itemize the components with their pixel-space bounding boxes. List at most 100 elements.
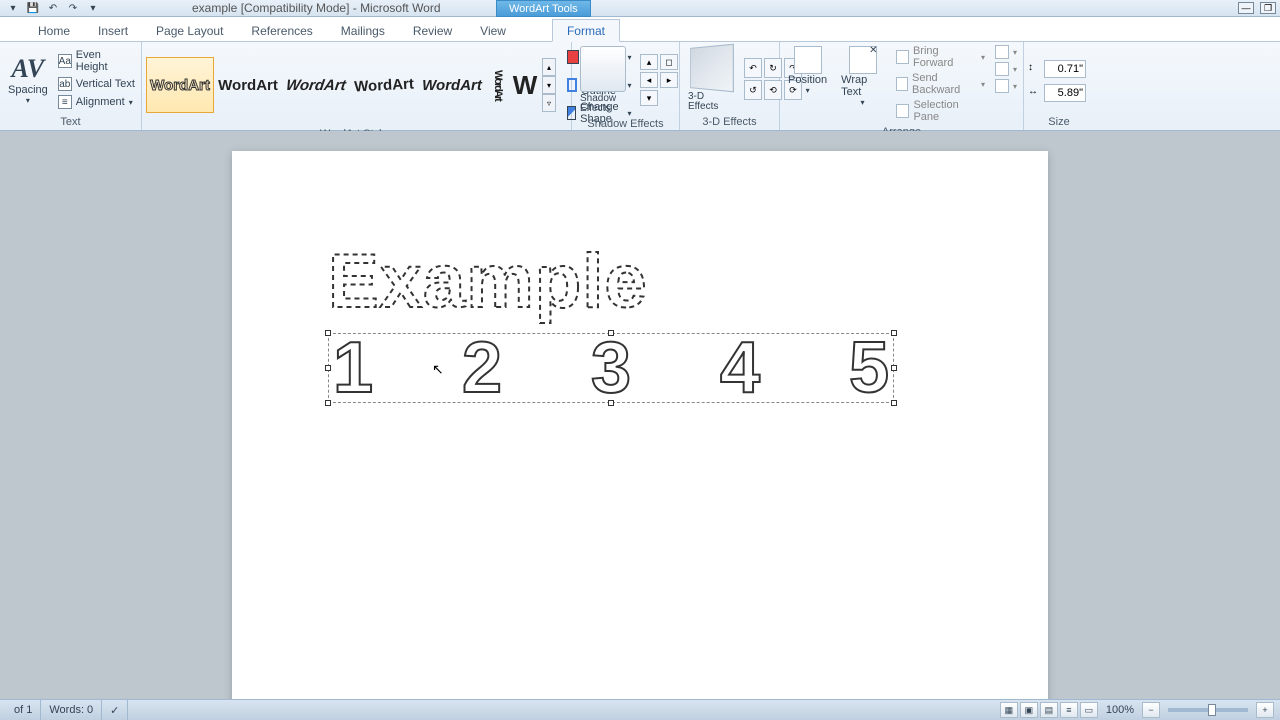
send-backward-icon [896, 77, 908, 91]
tilt-left-icon[interactable]: ↶ [744, 58, 762, 78]
vertical-text-button[interactable]: ab Vertical Text [56, 76, 137, 92]
zoom-slider[interactable] [1168, 708, 1248, 712]
resize-handle-tl[interactable] [325, 330, 331, 336]
status-proofing-icon[interactable]: ✓ [102, 700, 128, 720]
zoom-in-icon[interactable]: + [1256, 702, 1274, 718]
minimize-icon[interactable]: — [1238, 2, 1254, 14]
document-area[interactable]: Example 1 2 3 4 5 ↖ [0, 131, 1280, 699]
spacing-label: Spacing [8, 84, 48, 96]
redo-icon[interactable]: ↷ [64, 1, 82, 15]
zoom-thumb[interactable] [1208, 704, 1216, 716]
align-button[interactable]: ▾ [993, 44, 1019, 60]
width-input[interactable] [1044, 84, 1086, 102]
tab-view[interactable]: View [466, 20, 520, 41]
wordart-example-object[interactable]: Example [328, 241, 928, 331]
shadow-nudge-down-icon[interactable]: ▾ [640, 90, 658, 106]
wrap-text-button[interactable]: ✕ Wrap Text ▾ [837, 44, 888, 109]
status-words[interactable]: Words: 0 [41, 700, 102, 720]
wordart-number-2: 2 [462, 327, 502, 409]
wordart-number-1: 1 [333, 327, 373, 409]
vertical-text-icon: ab [58, 77, 72, 91]
position-label: Position [788, 74, 827, 86]
qat-more-icon[interactable]: ▾ [84, 1, 102, 15]
height-input[interactable] [1044, 60, 1086, 78]
resize-handle-bl[interactable] [325, 400, 331, 406]
view-draft-icon[interactable]: ▭ [1080, 702, 1098, 718]
tab-format[interactable]: Format [552, 19, 620, 42]
group-3d-effects: 3-D Effects ↶ ↻ ↷ ↺ ⟲ ⟳ 3-D Effects [680, 42, 780, 130]
group-text: AV Spacing ▾ Aa Even Height ab Vertical … [0, 42, 142, 130]
selection-pane-button[interactable]: Selection Pane [894, 98, 987, 124]
tab-home[interactable]: Home [24, 20, 84, 41]
spacing-icon: AV [12, 54, 45, 84]
3d-effects-button[interactable]: 3-D Effects [684, 44, 736, 114]
wrap-text-label: Wrap Text [841, 74, 884, 98]
wordart-style-1[interactable]: WordArt [146, 57, 214, 113]
page[interactable]: Example 1 2 3 4 5 ↖ [232, 151, 1048, 699]
bring-forward-button[interactable]: Bring Forward ▾ [894, 44, 987, 70]
group-button[interactable]: ▾ [993, 61, 1019, 77]
zoom-out-icon[interactable]: − [1142, 702, 1160, 718]
shadow-toggle-icon[interactable]: ◻ [660, 54, 678, 70]
selection-pane-label: Selection Pane [913, 99, 985, 123]
tab-page-layout[interactable]: Page Layout [142, 20, 237, 41]
alignment-label: Alignment [76, 96, 125, 108]
send-backward-label: Send Backward [912, 72, 977, 96]
send-backward-button[interactable]: Send Backward ▾ [894, 71, 987, 97]
vertical-text-label: Vertical Text [76, 78, 135, 90]
undo-icon[interactable]: ↶ [44, 1, 62, 15]
wordart-style-3[interactable]: WordArt [278, 57, 354, 113]
wordart-style-5[interactable]: WordArt [418, 57, 486, 113]
tilt-down-icon[interactable]: ↺ [744, 80, 762, 100]
wordart-numbers-object[interactable]: 1 2 3 4 5 [328, 333, 894, 403]
resize-handle-br[interactable] [891, 400, 897, 406]
chevron-down-icon: ▾ [981, 80, 985, 89]
shadow-nudge-left-icon[interactable]: ◂ [640, 72, 658, 88]
wordart-style-2[interactable]: WordArt [214, 57, 282, 113]
alignment-button[interactable]: ≡ Alignment ▾ [56, 94, 137, 110]
resize-handle-tm[interactable] [608, 330, 614, 336]
gallery-more-icon[interactable]: ▿ [542, 94, 556, 112]
gallery-up-icon[interactable]: ▴ [542, 58, 556, 76]
tab-references[interactable]: References [237, 20, 326, 41]
office-button[interactable]: ▾ [4, 1, 22, 15]
3d-effects-label: 3-D Effects [688, 92, 732, 112]
view-full-screen-icon[interactable]: ▣ [1020, 702, 1038, 718]
even-height-button[interactable]: Aa Even Height [56, 48, 137, 74]
status-bar: of 1 Words: 0 ✓ ▦ ▣ ▤ ≡ ▭ 100% − + [0, 699, 1280, 720]
view-web-layout-icon[interactable]: ▤ [1040, 702, 1058, 718]
resize-handle-ml[interactable] [325, 365, 331, 371]
wordart-style-6[interactable]: WordArt [486, 57, 510, 113]
selection-pane-icon [896, 104, 910, 118]
status-page[interactable]: of 1 [6, 700, 41, 720]
tab-mailings[interactable]: Mailings [327, 20, 399, 41]
tab-review[interactable]: Review [399, 20, 466, 41]
wordart-style-4[interactable]: WordArt [349, 55, 420, 114]
title-bar: ▾ 💾 ↶ ↷ ▾ example [Compatibility Mode] -… [0, 0, 1280, 17]
resize-handle-bm[interactable] [608, 400, 614, 406]
resize-handle-mr[interactable] [891, 365, 897, 371]
tab-insert[interactable]: Insert [84, 20, 142, 41]
view-print-layout-icon[interactable]: ▦ [1000, 702, 1018, 718]
view-outline-icon[interactable]: ≡ [1060, 702, 1078, 718]
save-icon[interactable]: 💾 [24, 1, 42, 15]
spacing-button[interactable]: AV Spacing ▾ [4, 52, 52, 107]
shadow-effects-button[interactable]: Shadow Effects [576, 44, 630, 116]
group-shadow-label: Shadow Effects [576, 116, 675, 132]
ribbon: AV Spacing ▾ Aa Even Height ab Vertical … [0, 42, 1280, 131]
shadow-nudge-up-icon[interactable]: ▴ [640, 54, 658, 70]
width-icon: ↔ [1028, 86, 1042, 100]
shadow-nudge-right-icon[interactable]: ▸ [660, 72, 678, 88]
gallery-down-icon[interactable]: ▾ [542, 76, 556, 94]
rotate-icon [995, 79, 1009, 93]
ribbon-tabs: Home Insert Page Layout References Maili… [0, 17, 1280, 42]
3d-icon [690, 44, 734, 93]
resize-handle-tr[interactable] [891, 330, 897, 336]
wordart-style-7[interactable]: W [510, 57, 540, 113]
rotate-button[interactable]: ▾ [993, 78, 1019, 94]
position-button[interactable]: Position ▾ [784, 44, 831, 97]
group-shadow-effects: Shadow Effects ▴ ◻ ◂ ▸ ▾ Shadow Effects [572, 42, 680, 130]
zoom-level[interactable]: 100% [1106, 704, 1134, 716]
group-size: ↕ ↔ Size [1024, 42, 1094, 130]
restore-icon[interactable]: ❐ [1260, 2, 1276, 14]
